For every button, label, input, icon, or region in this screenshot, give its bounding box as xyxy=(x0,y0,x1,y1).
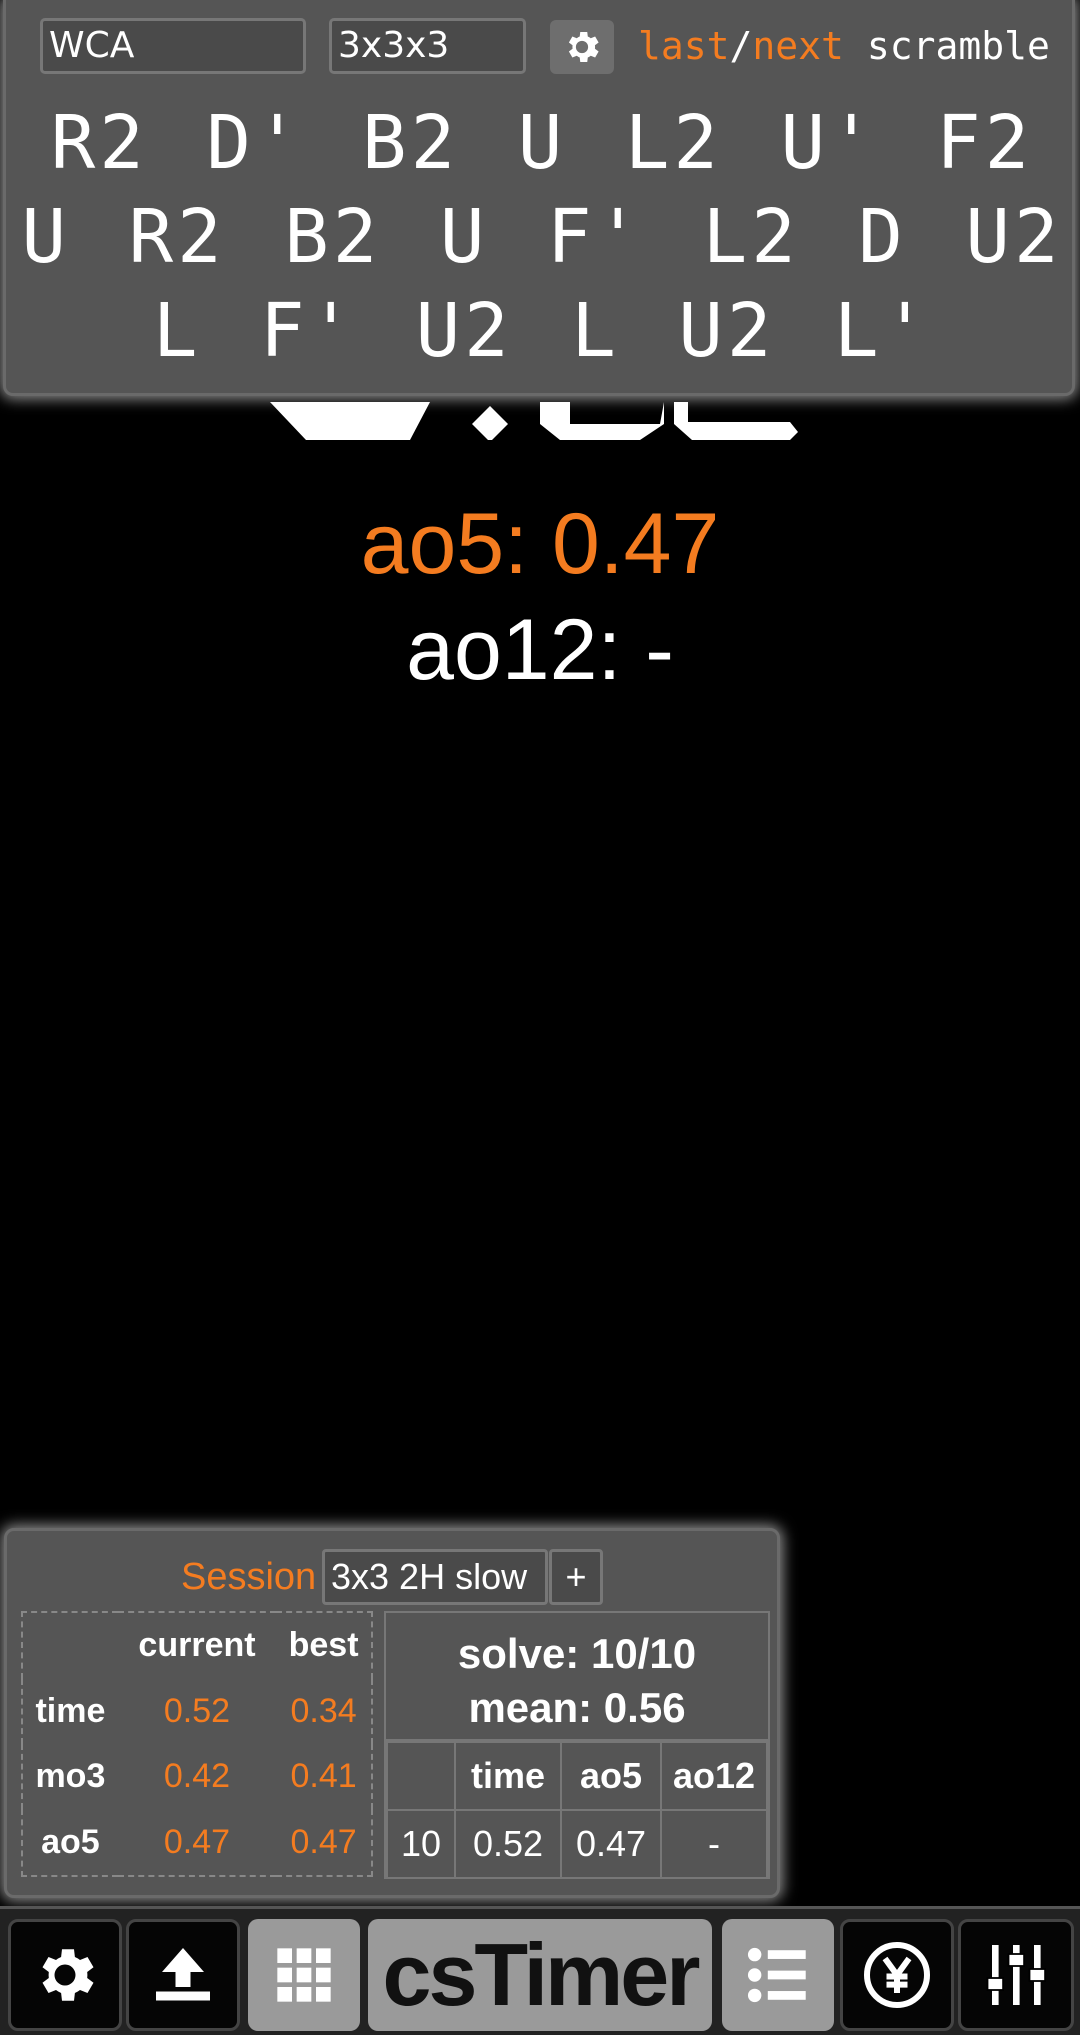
stats-row-time: time 0.52 0.34 xyxy=(22,1679,372,1744)
session-mean: mean: 0.56 xyxy=(468,1684,686,1731)
solve-index: 10 xyxy=(386,1809,456,1879)
best-mo3-value[interactable]: 0.41 xyxy=(276,1744,372,1809)
session-select[interactable]: 3x3 2H slow xyxy=(322,1549,548,1605)
bottom-toolbar: csTimer xyxy=(0,1906,1080,2035)
solves-header-index xyxy=(386,1741,456,1811)
current-time-value[interactable]: 0.52 xyxy=(118,1679,276,1744)
gear-icon xyxy=(568,31,599,63)
solves-header-time: time xyxy=(454,1741,562,1811)
cstimer-logo[interactable]: csTimer xyxy=(368,1919,712,2031)
grid-icon xyxy=(277,1948,331,2002)
stats-header-empty xyxy=(22,1612,118,1679)
gear-icon xyxy=(42,1949,94,2001)
puzzle-select[interactable]: 3x3x3 xyxy=(329,18,526,74)
solve-count: solve: 10/10 xyxy=(457,1630,697,1677)
scramble-text[interactable]: R2 D' B2 U L2 U' F2 U R2 B2 U F' L2 D U2… xyxy=(14,96,1070,378)
yen-icon xyxy=(864,1942,930,2008)
export-icon xyxy=(156,1948,210,2001)
solve-time[interactable]: 0.52 xyxy=(454,1809,562,1879)
solve-ao12[interactable]: - xyxy=(660,1809,768,1879)
solves-box: solve: 10/10 mean: 0.56 time ao5 ao12 10… xyxy=(384,1611,770,1879)
add-session-button[interactable]: + xyxy=(549,1549,603,1605)
best-ao5-value[interactable]: 0.47 xyxy=(276,1809,372,1876)
current-mo3-value[interactable]: 0.42 xyxy=(118,1744,276,1809)
list-icon xyxy=(747,1947,806,2003)
ao12-display[interactable]: ao12: - xyxy=(0,600,1080,700)
scramble-generator-button[interactable] xyxy=(248,1919,360,2031)
session-label: Session xyxy=(181,1556,317,1598)
timer-digit-segment xyxy=(270,402,430,440)
stats-row-mo3: mo3 0.42 0.41 xyxy=(22,1744,372,1809)
stats-header-best: best xyxy=(288,1626,359,1665)
donate-button[interactable] xyxy=(840,1919,954,2031)
stats-table: current best time 0.52 0.34 mo3 0.42 0.4… xyxy=(21,1611,373,1877)
scramble-type-select[interactable]: WCA xyxy=(40,18,306,74)
stats-row-ao5: ao5 0.47 0.47 xyxy=(22,1809,372,1876)
table-row[interactable]: 10 0.52 0.47 - xyxy=(386,1809,768,1879)
solves-header-ao12: ao12 xyxy=(660,1741,768,1811)
timer-dot xyxy=(472,406,508,442)
current-ao5-value[interactable]: 0.47 xyxy=(118,1809,276,1876)
ao5-display[interactable]: ao5: 0.47 xyxy=(0,494,1080,594)
options-button[interactable] xyxy=(8,1919,122,2031)
solves-header-ao5: ao5 xyxy=(560,1741,662,1811)
next-scramble-link[interactable]: next xyxy=(752,24,844,68)
scramble-nav-label: scramble xyxy=(866,24,1050,68)
scramble-settings-button[interactable] xyxy=(550,20,614,74)
session-list-button[interactable] xyxy=(722,1919,834,2031)
export-button[interactable] xyxy=(126,1919,240,2031)
stats-row-label: mo3 xyxy=(35,1757,106,1796)
solves-header-row: time ao5 ao12 xyxy=(386,1741,768,1811)
scramble-nav: last/next scramble xyxy=(638,18,1050,74)
timer-digit-segment xyxy=(674,402,798,440)
scramble-panel: WCA 3x3x3 last/next scramble R2 D' B2 U … xyxy=(3,0,1075,396)
tools-button[interactable] xyxy=(958,1919,1074,2031)
stats-header-current: current xyxy=(138,1626,256,1665)
stats-row-label: time xyxy=(35,1691,106,1730)
scramble-nav-separator: / xyxy=(729,24,753,68)
timer-digit-segment xyxy=(540,402,664,440)
stats-header-row: current best xyxy=(22,1612,372,1679)
solve-ao5[interactable]: 0.47 xyxy=(560,1809,662,1879)
sliders-icon xyxy=(986,1945,1046,2005)
best-time-value[interactable]: 0.34 xyxy=(276,1679,372,1744)
stats-row-label: ao5 xyxy=(41,1822,100,1861)
session-summary[interactable]: solve: 10/10 mean: 0.56 xyxy=(386,1613,768,1741)
last-scramble-link[interactable]: last xyxy=(638,24,730,68)
solves-table: time ao5 ao12 10 0.52 0.47 - xyxy=(386,1741,768,1879)
stats-panel: Session 3x3 2H slow + current best time … xyxy=(4,1528,780,1898)
